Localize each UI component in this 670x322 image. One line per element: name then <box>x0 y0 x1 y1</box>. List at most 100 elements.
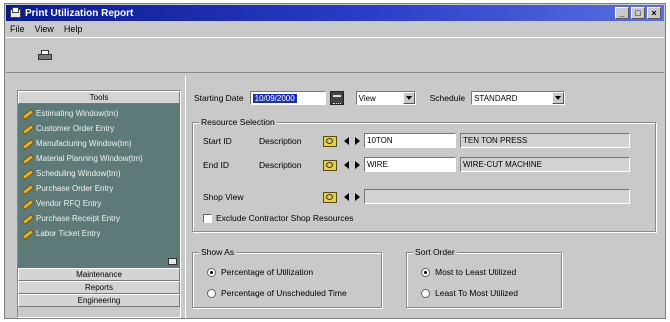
print-button[interactable] <box>34 46 56 66</box>
radio-button[interactable] <box>207 288 216 298</box>
end-description-label: Description <box>259 159 302 170</box>
sidebar: Tools Estimating Window(tm) Customer Ord… <box>17 90 181 318</box>
printer-icon <box>38 50 52 62</box>
shop-view-field[interactable] <box>364 189 630 204</box>
hammer-icon <box>22 214 33 223</box>
sidebar-item-manufacturing[interactable]: Manufacturing Window(tm) <box>18 136 180 151</box>
chevron-down-icon[interactable] <box>402 92 415 104</box>
lookup-icon[interactable] <box>323 135 337 147</box>
report-form: Starting Date 10/09/2000 View Schedule S… <box>185 76 663 318</box>
previous-arrow-icon[interactable] <box>342 160 350 170</box>
sort-option-least-to-most[interactable]: Least To Most Utilized <box>421 288 518 298</box>
schedule-select[interactable]: STANDARD <box>471 91 566 105</box>
app-window: Print Utilization Report _ □ × File View… <box>4 3 666 319</box>
sidebar-item-label: Customer Order Entry <box>36 124 115 133</box>
close-button[interactable]: × <box>647 7 661 19</box>
menu-bar: File View Help <box>6 22 664 36</box>
sidebar-item-label: Material Planning Window(tm) <box>36 154 143 163</box>
sidebar-item-vendor-rfq[interactable]: Vendor RFQ Entry <box>18 196 180 211</box>
show-as-option-label: Percentage of Utilization <box>221 267 314 277</box>
sidebar-item-scheduling[interactable]: Scheduling Window(tm) <box>18 166 180 181</box>
start-description-label: Description <box>259 135 302 146</box>
window-title: Print Utilization Report <box>25 7 134 19</box>
previous-arrow-icon[interactable] <box>342 192 350 202</box>
hammer-icon <box>22 169 33 178</box>
shop-view-row: Shop View <box>203 189 630 204</box>
end-description-field: WIRE-CUT MACHINE <box>460 157 630 172</box>
radio-button[interactable] <box>421 288 430 298</box>
hammer-icon <box>22 199 33 208</box>
schedule-label: Schedule <box>429 93 466 103</box>
schedule-select-value: STANDARD <box>474 93 518 103</box>
hammer-icon <box>22 229 33 238</box>
sort-option-most-to-least[interactable]: Most to Least Utilized <box>421 267 516 277</box>
sidebar-item-labor-ticket[interactable]: Labor Ticket Entry <box>18 226 180 241</box>
sidebar-section-maintenance[interactable]: Maintenance <box>18 268 180 281</box>
show-as-group: Show As Percentage of Utilization Percen… <box>192 247 382 308</box>
scroll-down-button[interactable] <box>168 258 177 265</box>
menu-help[interactable]: Help <box>64 24 83 34</box>
app-icon <box>9 7 21 19</box>
maximize-button[interactable]: □ <box>631 7 645 19</box>
lookup-icon[interactable] <box>323 191 337 203</box>
view-select[interactable]: View <box>355 91 416 105</box>
shop-view-label: Shop View <box>203 191 244 202</box>
lookup-icon[interactable] <box>323 159 337 171</box>
window-controls: _ □ × <box>615 7 661 19</box>
start-description-field: TEN TON PRESS <box>460 133 630 148</box>
toolbar <box>6 37 664 73</box>
starting-date-value: 10/09/2000 <box>252 94 297 103</box>
starting-date-input[interactable]: 10/09/2000 <box>249 91 326 105</box>
sidebar-section-engineering[interactable]: Engineering <box>18 294 180 307</box>
sort-order-group: Sort Order Most to Least Utilized Least … <box>406 247 562 308</box>
hammer-icon <box>22 154 33 163</box>
start-id-label: Start ID <box>203 135 232 146</box>
next-arrow-icon[interactable] <box>353 160 361 170</box>
hammer-icon <box>22 109 33 118</box>
end-id-label: End ID <box>203 159 229 170</box>
minimize-button[interactable]: _ <box>615 7 629 19</box>
tools-list: Estimating Window(tm) Customer Order Ent… <box>18 104 180 268</box>
sidebar-item-label: Purchase Receipt Entry <box>36 214 121 223</box>
radio-button-selected[interactable] <box>421 267 430 277</box>
date-row: Starting Date 10/09/2000 View Schedule S… <box>194 91 566 105</box>
sort-order-legend: Sort Order <box>413 247 457 257</box>
exclude-contractor-checkbox[interactable] <box>203 213 212 223</box>
start-id-row: Start ID Description 10TON TEN TON PRESS <box>203 133 630 148</box>
radio-button-selected[interactable] <box>207 267 216 277</box>
sort-option-label: Most to Least Utilized <box>435 267 517 277</box>
hammer-icon <box>22 139 33 148</box>
hammer-icon <box>22 184 33 193</box>
sidebar-item-material-planning[interactable]: Material Planning Window(tm) <box>18 151 180 166</box>
chevron-down-icon[interactable] <box>552 92 565 104</box>
end-id-row: End ID Description WIRE WIRE-CUT MACHINE <box>203 157 630 172</box>
sidebar-section-reports[interactable]: Reports <box>18 281 180 294</box>
sidebar-item-customer-order[interactable]: Customer Order Entry <box>18 121 180 136</box>
menu-view[interactable]: View <box>35 24 54 34</box>
next-arrow-icon[interactable] <box>353 192 361 202</box>
sidebar-item-label: Purchase Order Entry <box>36 184 114 193</box>
start-id-input[interactable]: 10TON <box>364 133 456 148</box>
show-as-option-label: Percentage of Unscheduled Time <box>221 288 347 298</box>
sidebar-item-label: Scheduling Window(tm) <box>36 169 121 178</box>
end-id-input[interactable]: WIRE <box>364 157 456 172</box>
sidebar-item-label: Manufacturing Window(tm) <box>36 139 132 148</box>
sidebar-item-purchase-receipt[interactable]: Purchase Receipt Entry <box>18 211 180 226</box>
menu-file[interactable]: File <box>10 24 25 34</box>
hammer-icon <box>22 124 33 133</box>
resource-selection-group: Resource Selection Start ID Description … <box>192 117 656 232</box>
show-as-option-unscheduled[interactable]: Percentage of Unscheduled Time <box>207 288 347 298</box>
exclude-contractor-label: Exclude Contractor Shop Resources <box>216 213 354 223</box>
exclude-contractor-row: Exclude Contractor Shop Resources <box>203 213 354 223</box>
previous-arrow-icon[interactable] <box>342 136 350 146</box>
sidebar-section-tools[interactable]: Tools <box>18 91 180 104</box>
show-as-option-utilization[interactable]: Percentage of Utilization <box>207 267 313 277</box>
calendar-icon[interactable] <box>329 91 344 105</box>
starting-date-label: Starting Date <box>194 93 244 103</box>
next-arrow-icon[interactable] <box>353 136 361 146</box>
resource-selection-legend: Resource Selection <box>199 117 277 127</box>
sidebar-item-estimating[interactable]: Estimating Window(tm) <box>18 106 180 121</box>
sidebar-item-purchase-order[interactable]: Purchase Order Entry <box>18 181 180 196</box>
title-bar[interactable]: Print Utilization Report _ □ × <box>6 5 664 21</box>
sidebar-item-label: Estimating Window(tm) <box>36 109 119 118</box>
